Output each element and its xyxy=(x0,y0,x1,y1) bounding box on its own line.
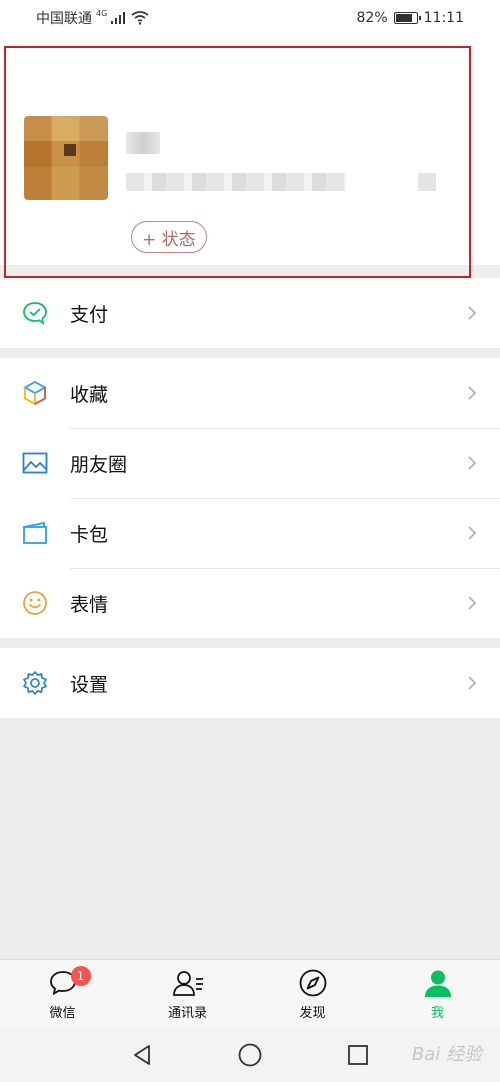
recents-icon[interactable] xyxy=(344,1041,372,1069)
chevron-right-icon xyxy=(468,526,477,540)
menu-group-settings: 设置 xyxy=(0,648,500,718)
avatar[interactable] xyxy=(24,116,108,200)
favorites-icon xyxy=(22,380,48,406)
menu-group-pay: 支付 xyxy=(0,278,500,348)
menu-label-settings: 设置 xyxy=(70,673,109,696)
menu-label-pay: 支付 xyxy=(70,303,109,326)
battery-fill xyxy=(395,14,413,22)
nickname xyxy=(126,132,160,154)
wifi-icon xyxy=(131,11,149,25)
carrier-label: 中国联通 xyxy=(36,11,92,27)
menu-label-favorites: 收藏 xyxy=(70,383,109,406)
menu-item-cards[interactable]: 卡包 xyxy=(0,498,500,568)
menu-group-main: 收藏 朋友圈 卡包 表情 xyxy=(0,358,500,638)
menu-item-pay[interactable]: 支付 xyxy=(0,278,500,348)
back-icon[interactable] xyxy=(128,1041,156,1069)
menu-item-favorites[interactable]: 收藏 xyxy=(0,358,500,428)
moments-icon xyxy=(22,450,48,476)
bottom-tab-bar: 1 微信 通讯录 发现 我 xyxy=(0,959,500,1028)
menu-label-cards: 卡包 xyxy=(70,523,109,546)
chevron-right-icon xyxy=(468,596,477,610)
status-bar: 中国联通 4G 82% 11:11 xyxy=(0,0,500,36)
tab-label-contacts: 通讯录 xyxy=(167,1006,207,1021)
chevron-right-icon xyxy=(468,456,477,470)
tab-label-me: 我 xyxy=(430,1006,444,1021)
home-icon[interactable] xyxy=(236,1041,264,1069)
contacts-icon xyxy=(172,967,204,999)
person-icon xyxy=(422,967,454,999)
chevron-right-icon xyxy=(468,386,477,400)
smiley-icon xyxy=(22,590,48,616)
pay-icon xyxy=(22,300,48,326)
tab-chats[interactable]: 1 微信 xyxy=(0,960,125,1028)
tab-discover[interactable]: 发现 xyxy=(250,960,375,1028)
battery-percent: 82% xyxy=(356,10,388,26)
add-status-button[interactable]: + 状态 xyxy=(131,221,207,253)
tab-label-chats: 微信 xyxy=(49,1006,76,1021)
menu-item-moments[interactable]: 朋友圈 xyxy=(0,428,500,498)
compass-icon xyxy=(297,967,329,999)
qr-code-icon[interactable] xyxy=(418,173,436,191)
signal-icon xyxy=(111,12,126,24)
chevron-right-icon xyxy=(468,306,477,320)
menu-item-settings[interactable]: 设置 xyxy=(0,648,500,718)
profile-header[interactable]: + 状态 xyxy=(0,36,500,265)
cards-wallet-icon xyxy=(22,520,48,546)
menu-label-moments: 朋友圈 xyxy=(70,453,128,476)
tab-label-discover: 发现 xyxy=(299,1006,326,1021)
menu-label-stickers: 表情 xyxy=(70,593,109,616)
tab-contacts[interactable]: 通讯录 xyxy=(125,960,250,1028)
battery-icon xyxy=(393,12,421,24)
gear-icon xyxy=(22,670,48,696)
clock: 11:11 xyxy=(423,10,464,26)
watermark: Bai 经验 xyxy=(411,1044,482,1065)
avatar-pixel xyxy=(64,144,76,156)
chevron-right-icon xyxy=(468,676,477,690)
network-label: 4G xyxy=(96,8,108,18)
unread-badge: 1 xyxy=(70,966,91,986)
tab-me[interactable]: 我 xyxy=(375,960,500,1028)
menu-item-stickers[interactable]: 表情 xyxy=(0,568,500,638)
wechat-id xyxy=(126,173,346,191)
